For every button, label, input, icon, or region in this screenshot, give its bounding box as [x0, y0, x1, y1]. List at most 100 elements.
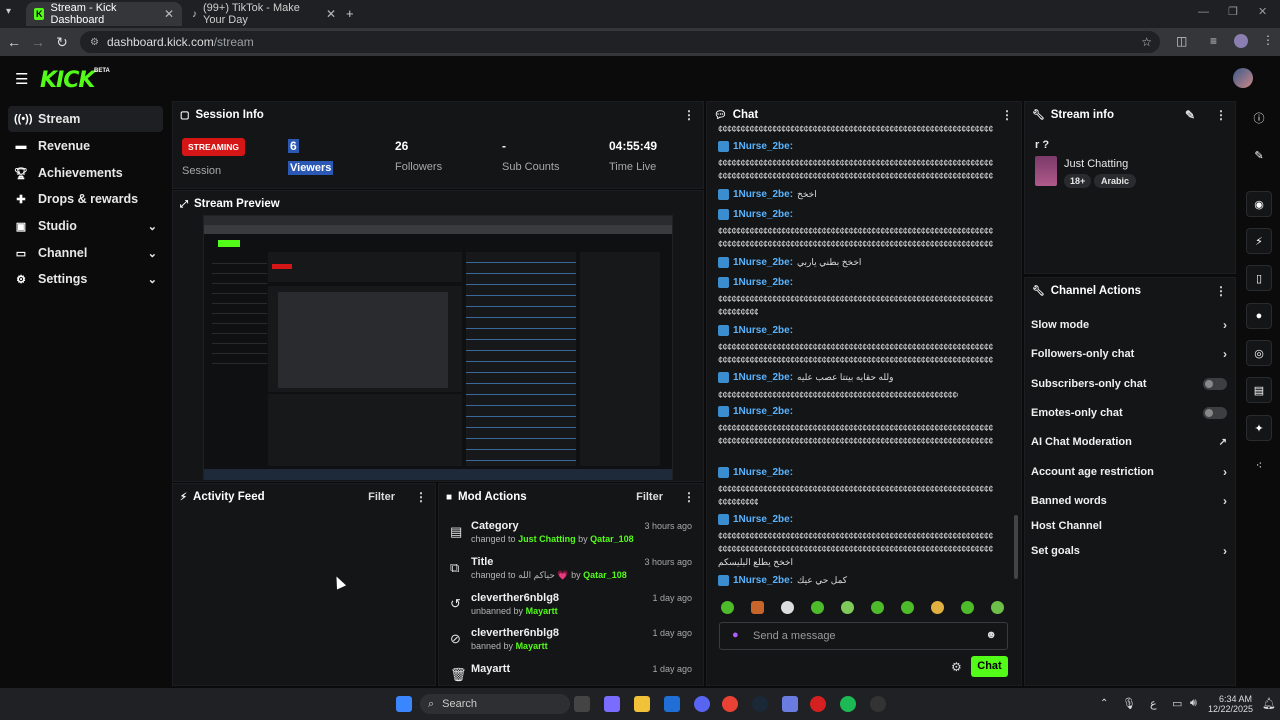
sidebar-item-stream[interactable]: ((•)) Stream: [8, 106, 163, 132]
send-chat-button[interactable]: Chat: [971, 656, 1008, 677]
emote-icon[interactable]: [871, 601, 884, 614]
account-age-action[interactable]: Account age restriction ›: [1031, 462, 1227, 482]
file-explorer-icon[interactable]: [634, 696, 650, 712]
document-icon[interactable]: ▯: [1246, 265, 1272, 291]
broadcast-icon[interactable]: ◎: [1246, 340, 1272, 366]
chat-bubble-icon[interactable]: ●: [1246, 303, 1272, 329]
emote-icon[interactable]: [991, 601, 1004, 614]
followers-only-action[interactable]: Followers-only chat ›: [1031, 344, 1227, 364]
copilot-icon[interactable]: [604, 696, 620, 712]
tray-chevron-icon[interactable]: ⌃: [1100, 698, 1108, 709]
windows-start-icon[interactable]: [396, 696, 412, 712]
filter-button[interactable]: Filter: [368, 491, 395, 503]
tab-list-icon[interactable]: ▾: [6, 6, 11, 17]
emotes-only-toggle[interactable]: [1203, 407, 1227, 419]
microphone-tray-icon[interactable]: 🎙︎: [1122, 697, 1136, 710]
kick-logo[interactable]: KICK: [40, 68, 95, 93]
chat-settings-icon[interactable]: ⚙: [951, 660, 962, 674]
edit-pencil-icon[interactable]: ✎: [1185, 108, 1195, 122]
filter-button[interactable]: Filter: [636, 491, 663, 503]
app-icon[interactable]: [782, 696, 798, 712]
mod-action-target[interactable]: Just Chatting: [518, 534, 576, 544]
chat-username[interactable]: 1Nurse_2be:: [718, 141, 793, 152]
emote-icon[interactable]: [721, 601, 734, 614]
category-thumbnail[interactable]: [1035, 156, 1057, 186]
mod-action-user[interactable]: Mayartt: [516, 641, 548, 651]
clock[interactable]: 6:34 AM 12/22/2025: [1208, 694, 1253, 714]
obs-icon[interactable]: [870, 696, 886, 712]
chat-username[interactable]: 1Nurse_2be: كمل حي عيك: [718, 575, 847, 586]
mod-action-user[interactable]: Qatar_108: [590, 534, 634, 544]
minimize-icon[interactable]: —: [1198, 6, 1209, 18]
mod-action-title[interactable]: Mayartt: [471, 663, 510, 675]
chat-username[interactable]: 1Nurse_2be:: [718, 467, 793, 478]
url-field[interactable]: ⚙ dashboard.kick.com/stream ☆: [80, 31, 1160, 53]
ai-moderation-action[interactable]: AI Chat Moderation ↗: [1031, 432, 1227, 452]
discord-icon[interactable]: [694, 696, 710, 712]
store-icon[interactable]: [664, 696, 680, 712]
spotify-icon[interactable]: [840, 696, 856, 712]
extensions-icon[interactable]: ◫: [1176, 34, 1187, 48]
more-options-icon[interactable]: ⋮: [683, 490, 695, 504]
more-options-icon[interactable]: ⋮: [1001, 108, 1013, 122]
bookmark-star-icon[interactable]: ☆: [1141, 35, 1152, 49]
notification-bell-icon[interactable]: 🔔︎: [1262, 697, 1276, 710]
hamburger-menu-icon[interactable]: ☰: [15, 70, 28, 88]
emote-icon[interactable]: [811, 601, 824, 614]
emote-icon[interactable]: [841, 601, 854, 614]
reload-icon[interactable]: ↻: [50, 34, 74, 51]
info-icon[interactable]: ⓘ: [1246, 105, 1272, 131]
mod-action-user[interactable]: Qatar_108: [583, 570, 627, 580]
forward-icon[interactable]: →: [26, 34, 50, 50]
more-options-icon[interactable]: ⋮: [683, 108, 695, 122]
emote-icon[interactable]: [961, 601, 974, 614]
volume-icon[interactable]: 🔊︎: [1190, 697, 1197, 710]
chat-input[interactable]: ● Send a message ☻: [719, 622, 1008, 650]
mod-action-title[interactable]: cleverther6nblg8: [471, 592, 559, 604]
profile-avatar[interactable]: [1234, 34, 1248, 48]
slow-mode-action[interactable]: Slow mode ›: [1031, 315, 1227, 335]
sidebar-item-studio[interactable]: ▣ Studio ⌄: [8, 213, 163, 239]
emote-icon[interactable]: [751, 601, 764, 614]
emote-icon[interactable]: [901, 601, 914, 614]
lightning-icon[interactable]: ⚡︎: [1246, 228, 1272, 254]
set-goals-action[interactable]: Set goals ›: [1031, 541, 1227, 561]
chat-username[interactable]: 1Nurse_2be: ولله حقايه بيتتا عصب عليه: [718, 372, 893, 383]
chat-username[interactable]: 1Nurse_2be:: [718, 277, 793, 288]
close-tab-icon[interactable]: ✕: [326, 7, 336, 21]
sidebar-item-drops[interactable]: ✚ Drops & rewards: [8, 186, 163, 212]
maximize-icon[interactable]: ❐: [1228, 5, 1238, 18]
stream-preview-video[interactable]: [203, 215, 673, 480]
chat-scrollbar[interactable]: [1014, 515, 1018, 579]
chat-username[interactable]: 1Nurse_2be: اخخخ: [718, 189, 817, 200]
site-info-icon[interactable]: ⚙: [90, 37, 99, 48]
mod-action-user[interactable]: Mayartt: [526, 606, 558, 616]
tab-kick-dashboard[interactable]: K Stream - Kick Dashboard ✕: [26, 2, 182, 26]
task-view-icon[interactable]: [574, 696, 590, 712]
media-icon[interactable]: ≡: [1210, 34, 1217, 48]
tools-icon[interactable]: ✦: [1246, 415, 1272, 441]
mod-action-title[interactable]: cleverther6nblg8: [471, 627, 559, 639]
more-options-icon[interactable]: ⋮: [415, 490, 427, 504]
back-icon[interactable]: ←: [2, 34, 26, 50]
tag-18-plus[interactable]: 18+: [1064, 174, 1092, 188]
category-name[interactable]: Just Chatting: [1064, 158, 1128, 170]
emoji-picker-icon[interactable]: ☻: [985, 629, 997, 641]
close-tab-icon[interactable]: ✕: [164, 7, 174, 21]
network-icon[interactable]: ▭: [1172, 697, 1182, 710]
recorder-icon[interactable]: [810, 696, 826, 712]
browser-menu-icon[interactable]: ⋮: [1262, 33, 1274, 47]
sidebar-item-settings[interactable]: ⚙ Settings ⌄: [8, 266, 163, 292]
tag-language[interactable]: Arabic: [1094, 174, 1137, 188]
camera-icon[interactable]: ◉: [1246, 191, 1272, 217]
chat-username[interactable]: 1Nurse_2be:: [718, 325, 793, 336]
more-options-icon[interactable]: ⋮: [1215, 284, 1227, 298]
sidebar-item-revenue[interactable]: ▬ Revenue: [8, 133, 163, 159]
banned-words-action[interactable]: Banned words ›: [1031, 491, 1227, 511]
microphone-icon[interactable]: ●: [732, 629, 739, 641]
window-close-icon[interactable]: ✕: [1258, 5, 1267, 18]
taskbar-search[interactable]: ⌕ Search: [420, 694, 570, 714]
subscribers-only-toggle[interactable]: [1203, 378, 1227, 390]
language-indicator[interactable]: ع: [1150, 697, 1157, 710]
steam-icon[interactable]: [752, 696, 768, 712]
